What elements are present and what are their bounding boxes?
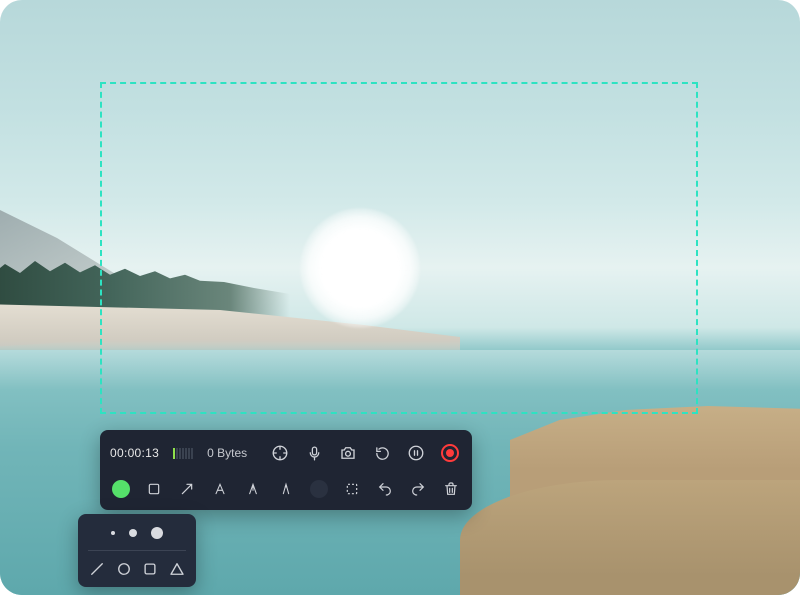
refresh-icon[interactable]: [370, 441, 394, 465]
redo-icon[interactable]: [406, 477, 429, 501]
annotation-tools-row: [110, 474, 462, 504]
recorder-status-row: 00:00:13 0 Bytes: [110, 438, 462, 468]
stroke-size-4[interactable]: [111, 531, 115, 535]
stroke-size-8[interactable]: [129, 529, 137, 537]
recording-size: 0 Bytes: [207, 446, 247, 460]
recording-timer: 00:00:13: [110, 446, 159, 460]
shape-row: [86, 557, 188, 581]
shape-popup: [78, 514, 196, 587]
camera-icon[interactable]: [336, 441, 360, 465]
desktop-wallpaper: 00:00:13 0 Bytes: [0, 0, 800, 595]
stroke-size-row: [86, 522, 188, 544]
audio-level-meter: [173, 448, 193, 459]
circle-icon[interactable]: [115, 557, 134, 581]
stroke-size-12[interactable]: [151, 527, 163, 539]
highlighter-icon[interactable]: [242, 477, 265, 501]
line-icon[interactable]: [88, 557, 107, 581]
pause-icon[interactable]: [404, 441, 428, 465]
brush-color-icon[interactable]: [110, 477, 133, 501]
recorder-toolbar: 00:00:13 0 Bytes: [100, 430, 472, 510]
wallpaper-grass-foreground: [460, 480, 800, 595]
mic-icon[interactable]: [302, 441, 326, 465]
arrow-icon[interactable]: [176, 477, 199, 501]
square-icon[interactable]: [141, 557, 160, 581]
text-icon[interactable]: [209, 477, 232, 501]
shape-fill-icon[interactable]: [307, 477, 330, 501]
undo-icon[interactable]: [373, 477, 396, 501]
cursor-icon[interactable]: [268, 441, 292, 465]
triangle-icon[interactable]: [168, 557, 187, 581]
capture-region[interactable]: [100, 82, 698, 414]
trash-icon[interactable]: [439, 477, 462, 501]
marquee-icon[interactable]: [340, 477, 363, 501]
rectangle-icon[interactable]: [143, 477, 166, 501]
pen-icon[interactable]: [275, 477, 298, 501]
divider: [88, 550, 186, 551]
record-icon[interactable]: [438, 441, 462, 465]
